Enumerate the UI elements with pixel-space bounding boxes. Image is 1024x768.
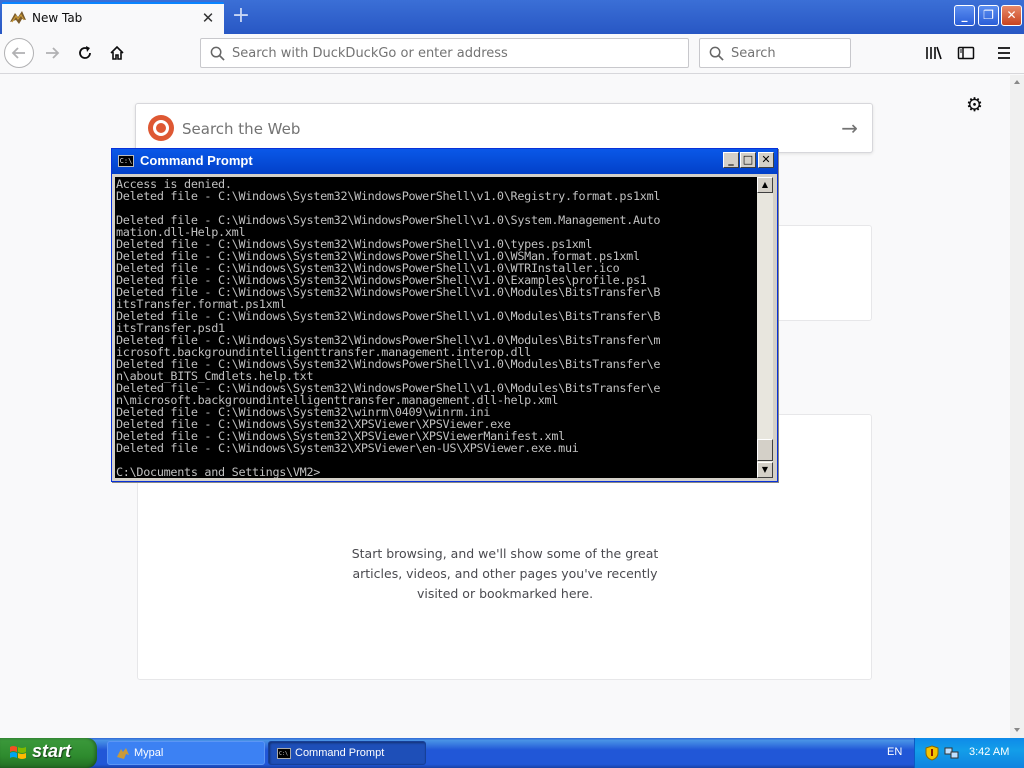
browser-titlebar: New Tab ✕ + _ ❐ ✕ <box>0 0 1024 34</box>
cmd-close-button[interactable]: ✕ <box>758 152 774 168</box>
forward-arrow-icon <box>46 47 60 59</box>
home-button[interactable] <box>103 39 131 67</box>
back-button[interactable] <box>4 38 34 68</box>
navigation-toolbar: Search with DuckDuckGo or enter address … <box>0 34 1024 74</box>
security-shield-icon[interactable] <box>925 745 939 761</box>
cmd-title: Command Prompt <box>140 153 253 168</box>
cmd-console[interactable]: Access is denied. Deleted file - C:\Windo… <box>115 177 757 478</box>
gear-icon[interactable]: ⚙ <box>966 94 983 116</box>
back-arrow-icon <box>11 47 25 59</box>
close-window-button[interactable]: ✕ <box>1001 5 1022 26</box>
web-search-box[interactable]: Search the Web → <box>135 103 873 153</box>
cmd-scrollbar[interactable]: ▲ ▼ <box>757 177 773 478</box>
command-prompt-window[interactable]: C:\ Command Prompt _ □ ✕ Access is denie… <box>111 148 778 482</box>
search-placeholder: Search <box>731 46 776 61</box>
scroll-down-arrow-icon[interactable]: ▼ <box>757 462 773 478</box>
page-scrollbar[interactable] <box>1010 75 1024 738</box>
search-icon <box>210 46 225 61</box>
search-go-arrow-icon[interactable]: → <box>841 117 858 139</box>
cmd-line: Deleted file - C:\Windows\System32\XPSVi… <box>116 441 579 455</box>
duckduckgo-logo-icon <box>148 115 174 141</box>
windows-flag-icon <box>10 746 26 759</box>
library-button[interactable] <box>920 39 948 67</box>
cmd-minimize-button[interactable]: _ <box>723 152 739 168</box>
taskbar-item-mypal[interactable]: Mypal <box>107 741 265 765</box>
hamburger-menu-icon <box>998 47 1010 59</box>
minimize-button[interactable]: _ <box>954 5 975 26</box>
new-tab-plus-icon[interactable]: + <box>229 4 253 28</box>
url-bar[interactable]: Search with DuckDuckGo or enter address <box>200 38 689 68</box>
reload-icon <box>79 46 91 59</box>
cmd-icon: C:\ <box>277 748 291 759</box>
sidebar-icon <box>957 46 975 60</box>
system-tray: 3:42 AM <box>914 738 1024 768</box>
web-search-placeholder: Search the Web <box>182 120 301 138</box>
mypal-icon <box>117 748 129 759</box>
taskbar-item-command-prompt[interactable]: C:\ Command Prompt <box>268 741 426 765</box>
scrollbar-arrows-icon <box>1014 80 1020 732</box>
cmd-maximize-button[interactable]: □ <box>740 152 756 168</box>
network-icon[interactable] <box>944 745 960 761</box>
taskbar: start Mypal C:\ Command Prompt EN 3:42 A… <box>0 738 1024 768</box>
url-placeholder: Search with DuckDuckGo or enter address <box>232 46 508 61</box>
svg-text:C:\: C:\ <box>279 751 288 757</box>
cmd-line: C:\Documents and Settings\VM2> <box>116 465 321 478</box>
cmd-app-icon: C:\ <box>118 155 134 167</box>
cmd-titlebar[interactable]: C:\ Command Prompt _ □ ✕ <box>112 149 777 174</box>
sidebar-button[interactable] <box>952 39 980 67</box>
menu-button[interactable] <box>990 39 1018 67</box>
start-button[interactable]: start <box>0 738 97 768</box>
start-label: start <box>32 741 72 761</box>
taskbar-item-label: Command Prompt <box>295 747 385 759</box>
taskbar-item-label: Mypal <box>134 747 164 759</box>
scroll-thumb[interactable] <box>757 439 773 461</box>
tab-close-icon[interactable]: ✕ <box>200 10 216 26</box>
scroll-up-arrow-icon[interactable]: ▲ <box>757 177 773 193</box>
forward-button[interactable] <box>38 39 66 67</box>
home-icon <box>110 45 124 60</box>
search-icon <box>709 46 724 61</box>
cmd-line: Deleted file - C:\Windows\System32\Windo… <box>116 189 661 203</box>
language-indicator[interactable]: EN <box>887 746 902 758</box>
mypal-favicon-icon <box>10 11 26 24</box>
cmd-output: Access is denied. Deleted file - C:\Windo… <box>116 178 757 478</box>
restore-button[interactable]: ❐ <box>978 5 999 26</box>
library-icon <box>926 46 942 60</box>
tab-new-tab[interactable]: New Tab ✕ <box>2 2 224 34</box>
tab-title: New Tab <box>32 11 83 25</box>
reload-button[interactable] <box>71 39 99 67</box>
search-bar[interactable]: Search <box>699 38 851 68</box>
clock: 3:42 AM <box>969 746 1010 758</box>
highlights-empty-message: Start browsing, and we'll show some of t… <box>351 546 659 601</box>
